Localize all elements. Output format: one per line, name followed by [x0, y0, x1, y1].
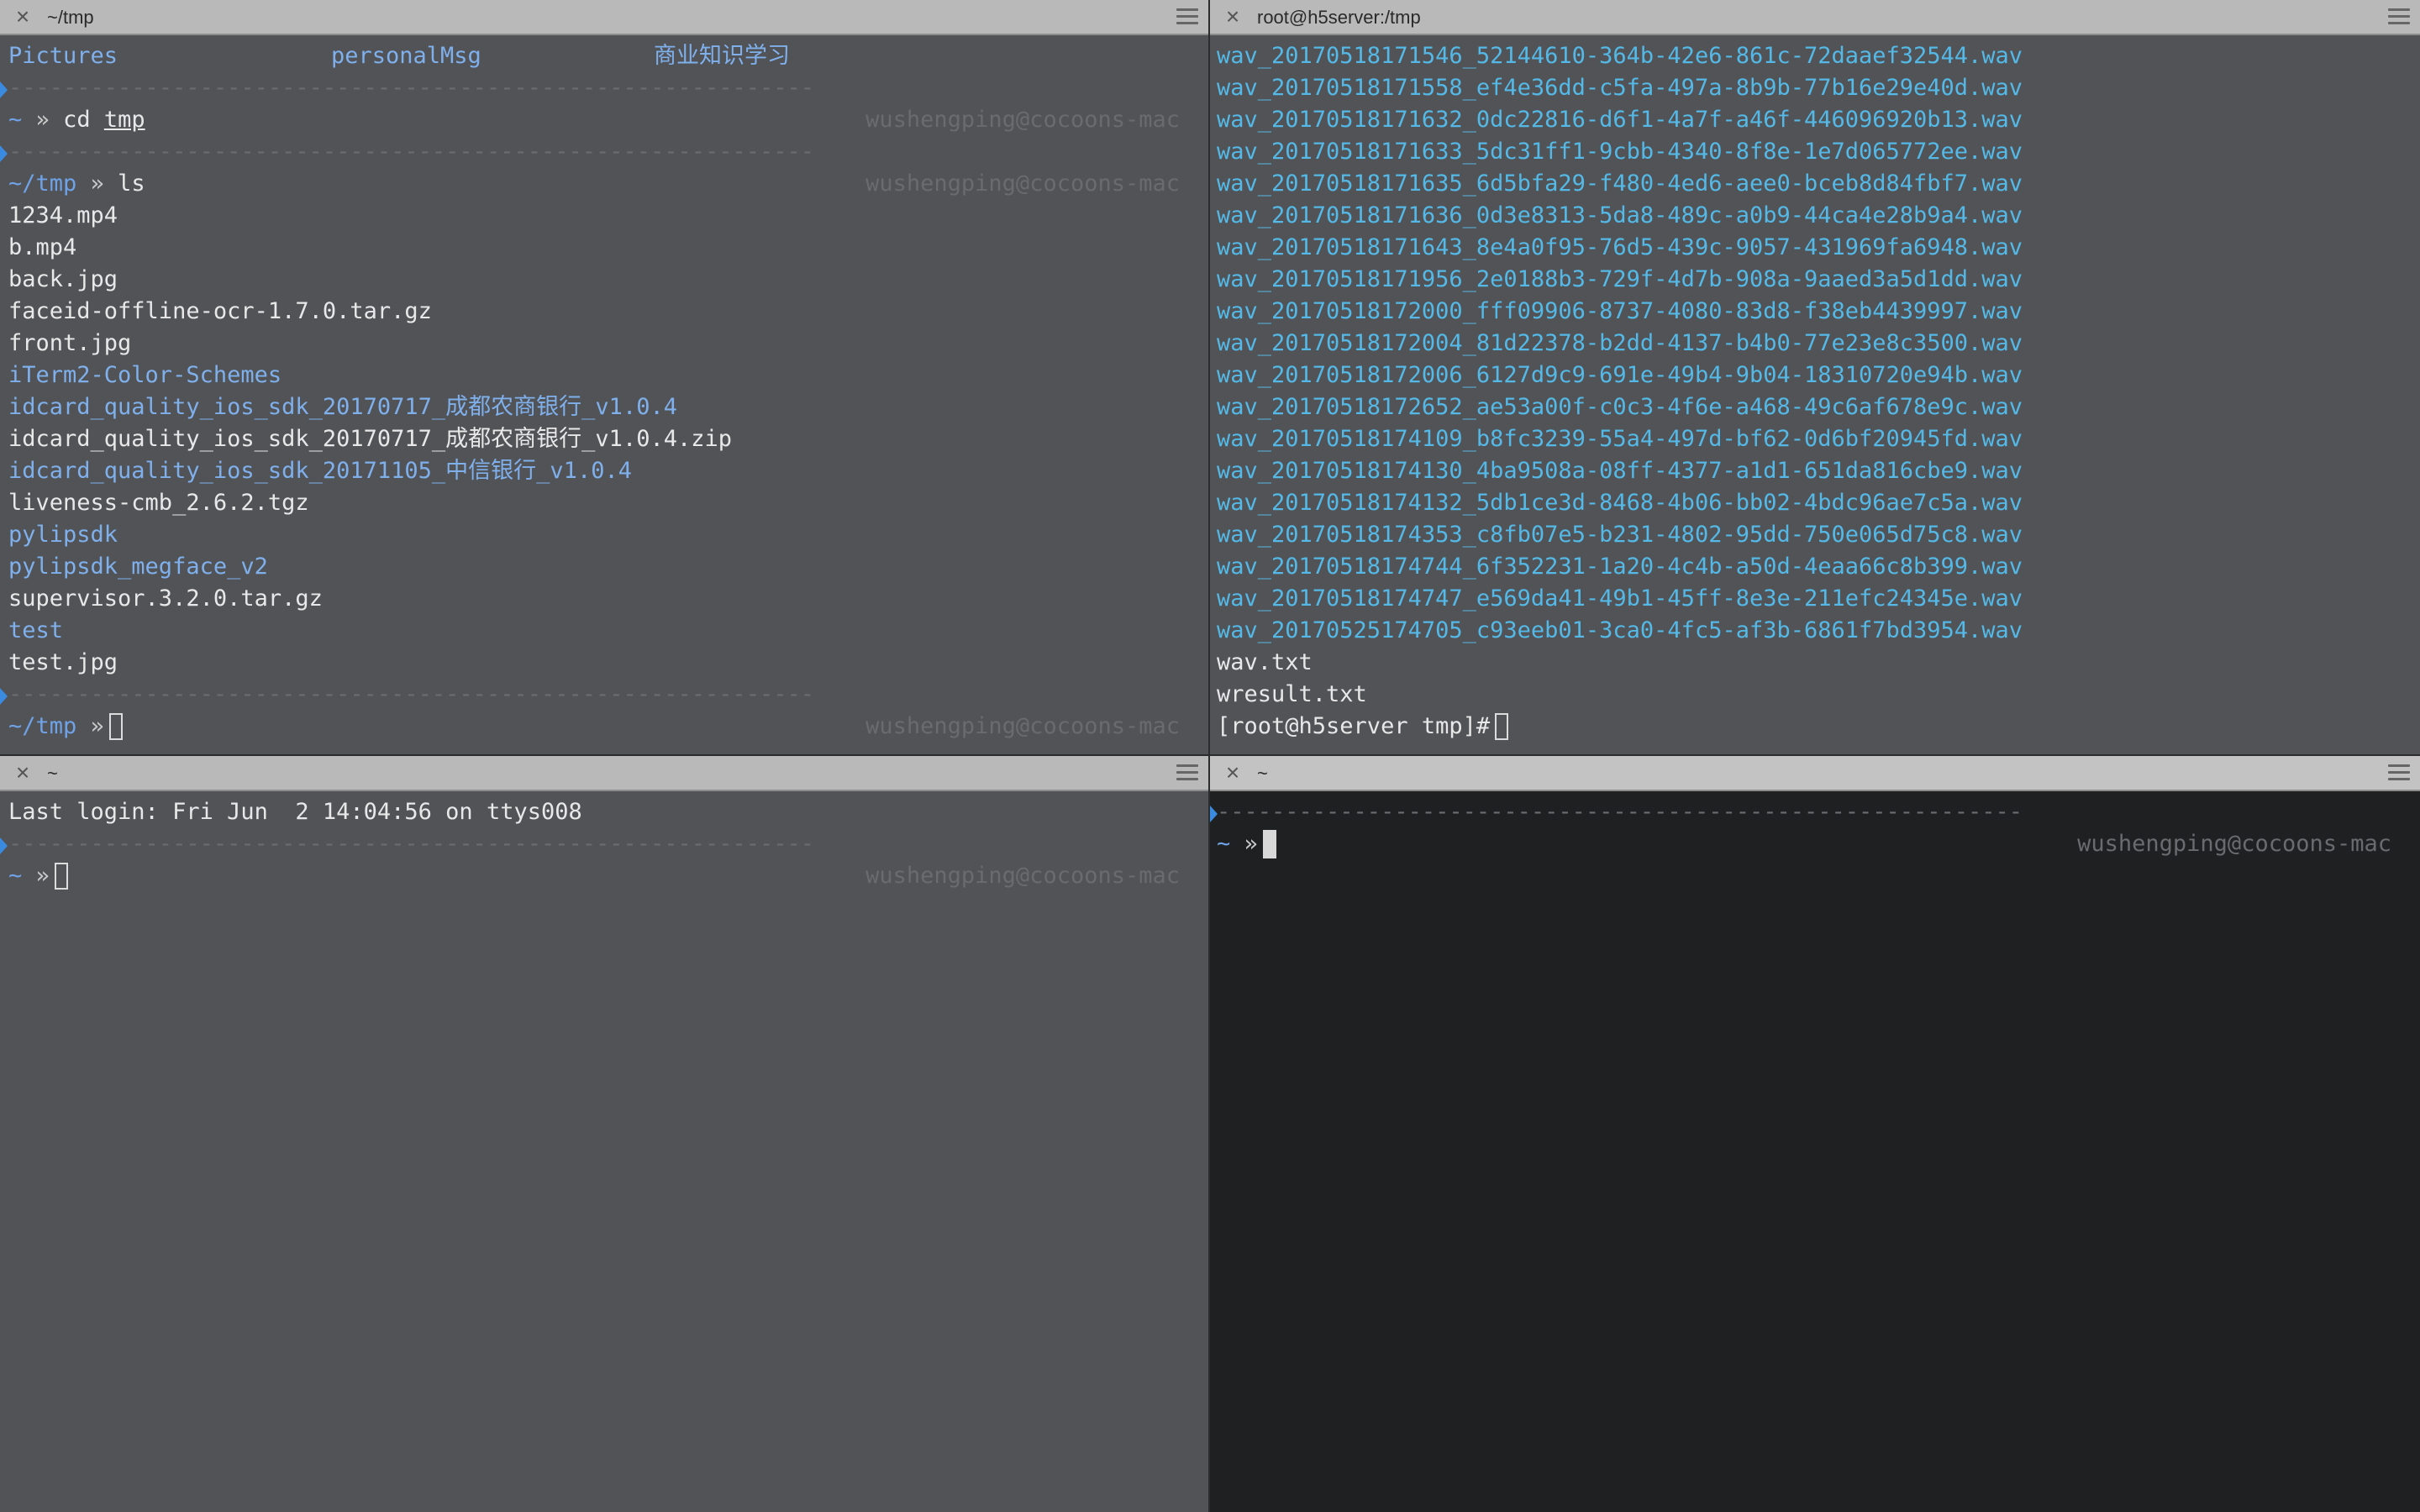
- prompt-marker-icon: [0, 688, 8, 705]
- wav-file-entry: wav_20170518171633_5dc31ff1-9cbb-4340-8f…: [1217, 139, 2023, 165]
- ls-file-entry: back.jpg: [8, 266, 118, 292]
- pane-splitter-vertical[interactable]: [1208, 0, 1210, 1512]
- pane-titlebar[interactable]: × ~: [0, 756, 1208, 791]
- ls-file-entry: b.mp4: [8, 234, 77, 260]
- terminal-output[interactable]: wav_20170518171546_52144610-364b-42e6-86…: [1210, 37, 2420, 754]
- terminal-output[interactable]: Pictures personalMsg 商业知识学习 --------------…: [0, 37, 1208, 754]
- prompt-line[interactable]: [root@h5server tmp]#: [1217, 711, 1509, 743]
- ls-file-entry: supervisor.3.2.0.tar.gz: [8, 585, 323, 612]
- wav-file-entry: wav_20170518171632_0dc22816-d6f1-4a7f-a4…: [1217, 107, 2023, 133]
- pane-title: root@h5server:/tmp: [1257, 7, 1421, 28]
- prompt-user-host: wushengping@cocoons-mac: [865, 713, 1180, 739]
- file-entry: wav.txt: [1217, 649, 1313, 675]
- pane-top-right[interactable]: × root@h5server:/tmp wav_20170518171546_…: [1210, 0, 2420, 754]
- ls-file-entry: idcard_quality_ios_sdk_20170717_成都农商银行_v…: [8, 394, 677, 420]
- ls-file-entry: faceid-offline-ocr-1.7.0.tar.gz: [8, 298, 432, 324]
- prompt-marker-icon: [0, 837, 8, 854]
- ls-file-entry: 1234.mp4: [8, 202, 118, 228]
- ls-file-entry: front.jpg: [8, 330, 132, 356]
- cursor: [1495, 713, 1509, 740]
- ls-file-entry: liveness-cmb_2.6.2.tgz: [8, 490, 309, 516]
- wav-file-entry: wav_20170518172000_fff09906-8737-4080-83…: [1217, 298, 2023, 324]
- wav-file-entry: wav_20170518172004_81d22378-b2dd-4137-b4…: [1217, 330, 2023, 356]
- wav-file-entry: wav_20170518172652_ae53a00f-c0c3-4f6e-a4…: [1217, 394, 2023, 420]
- pane-splitter-horizontal[interactable]: [0, 754, 2420, 756]
- prompt-marker-icon: [0, 81, 8, 98]
- ls-file-entry: test.jpg: [8, 649, 118, 675]
- prompt-line: ~/tmp » ls: [8, 171, 145, 197]
- ls-file-entry: idcard_quality_ios_sdk_20171105_中信银行_v1.…: [8, 458, 632, 484]
- close-icon[interactable]: ×: [1222, 5, 1244, 29]
- wav-file-entry: wav_20170518171636_0d3e8313-5da8-489c-a0…: [1217, 202, 2023, 228]
- prompt-separator: ----------------------------------------…: [8, 831, 815, 857]
- pane-title: ~: [1257, 763, 1268, 784]
- ls-columns-row: Pictures personalMsg 商业知识学习: [8, 40, 790, 72]
- ls-entry: 商业知识学习: [654, 43, 790, 69]
- hamburger-menu-icon[interactable]: [1176, 8, 1198, 27]
- wav-file-entry: wav_20170518174744_6f352231-1a20-4c4b-a5…: [1217, 554, 2023, 580]
- iterm-window: × ~/tmp Pictures personalMsg 商业知识学习 ------…: [0, 0, 2420, 1512]
- last-login-text: Last login: Fri Jun 2 14:04:56 on ttys00…: [8, 799, 582, 825]
- close-icon[interactable]: ×: [1222, 761, 1244, 785]
- prompt-separator: ----------------------------------------…: [1217, 799, 2023, 825]
- prompt-line[interactable]: ~ »: [8, 860, 68, 892]
- cursor: [54, 863, 68, 890]
- close-icon[interactable]: ×: [12, 761, 34, 785]
- wav-file-entry: wav_20170518174109_b8fc3239-55a4-497d-bf…: [1217, 426, 2023, 452]
- pane-title: ~/tmp: [47, 7, 94, 28]
- prompt-marker-icon: [0, 145, 8, 162]
- pane-titlebar[interactable]: × root@h5server:/tmp: [1210, 0, 2420, 35]
- wav-file-entry: wav_20170518171558_ef4e36dd-c5fa-497a-8b…: [1217, 75, 2023, 101]
- hamburger-menu-icon[interactable]: [1176, 764, 1198, 783]
- pane-bottom-left[interactable]: × ~ Last login: Fri Jun 2 14:04:56 on tt…: [0, 756, 1208, 1512]
- prompt-user-host: wushengping@cocoons-mac: [865, 171, 1180, 197]
- prompt-separator: ----------------------------------------…: [8, 75, 815, 101]
- pane-titlebar[interactable]: × ~/tmp: [0, 0, 1208, 35]
- prompt-user-host: wushengping@cocoons-mac: [865, 863, 1180, 889]
- wav-file-entry: wav_20170518171643_8e4a0f95-76d5-439c-90…: [1217, 234, 2023, 260]
- prompt-user-host: wushengping@cocoons-mac: [865, 107, 1180, 133]
- ls-entry: Pictures: [8, 43, 118, 69]
- file-entry: wresult.txt: [1217, 681, 1367, 707]
- prompt-line: ~ » cd tmp: [8, 107, 145, 133]
- pane-title: ~: [47, 763, 58, 784]
- prompt-user-host: wushengping@cocoons-mac: [2077, 831, 2391, 857]
- pane-titlebar[interactable]: × ~: [1210, 756, 2420, 791]
- hamburger-menu-icon[interactable]: [2388, 764, 2410, 783]
- hamburger-menu-icon[interactable]: [2388, 8, 2410, 27]
- prompt-separator: ----------------------------------------…: [8, 139, 815, 165]
- wav-file-entry: wav_20170518174747_e569da41-49b1-45ff-8e…: [1217, 585, 2023, 612]
- wav-file-entry: wav_20170518174130_4ba9508a-08ff-4377-a1…: [1217, 458, 2023, 484]
- cursor: [1262, 830, 1276, 858]
- wav-file-entry: wav_20170525174705_c93eeb01-3ca0-4fc5-af…: [1217, 617, 2023, 643]
- prompt-line[interactable]: ~/tmp »: [8, 711, 123, 743]
- wav-file-entry: wav_20170518172006_6127d9c9-691e-49b4-9b…: [1217, 362, 2023, 388]
- pane-top-left[interactable]: × ~/tmp Pictures personalMsg 商业知识学习 ------…: [0, 0, 1208, 754]
- wav-file-entry: wav_20170518171546_52144610-364b-42e6-86…: [1217, 43, 2023, 69]
- ls-file-entry: pylipsdk: [8, 522, 118, 548]
- ls-file-entry: idcard_quality_ios_sdk_20170717_成都农商银行_v…: [8, 426, 732, 452]
- ls-file-entry: iTerm2-Color-Schemes: [8, 362, 282, 388]
- prompt-line[interactable]: ~ »: [1217, 828, 1276, 860]
- wav-file-entry: wav_20170518174132_5db1ce3d-8468-4b06-bb…: [1217, 490, 2023, 516]
- wav-file-entry: wav_20170518171635_6d5bfa29-f480-4ed6-ae…: [1217, 171, 2023, 197]
- ls-entry: personalMsg: [331, 43, 481, 69]
- ls-file-entry: pylipsdk_megface_v2: [8, 554, 268, 580]
- pane-bottom-right[interactable]: × ~ ------------------------------------…: [1210, 756, 2420, 1512]
- ls-file-entry: test: [8, 617, 64, 643]
- terminal-output[interactable]: Last login: Fri Jun 2 14:04:56 on ttys00…: [0, 793, 1208, 1512]
- close-icon[interactable]: ×: [12, 5, 34, 29]
- terminal-output[interactable]: ----------------------------------------…: [1210, 793, 2420, 1512]
- cursor: [108, 713, 123, 740]
- wav-file-entry: wav_20170518174353_c8fb07e5-b231-4802-95…: [1217, 522, 2023, 548]
- prompt-separator: ----------------------------------------…: [8, 681, 815, 707]
- wav-file-entry: wav_20170518171956_2e0188b3-729f-4d7b-90…: [1217, 266, 2023, 292]
